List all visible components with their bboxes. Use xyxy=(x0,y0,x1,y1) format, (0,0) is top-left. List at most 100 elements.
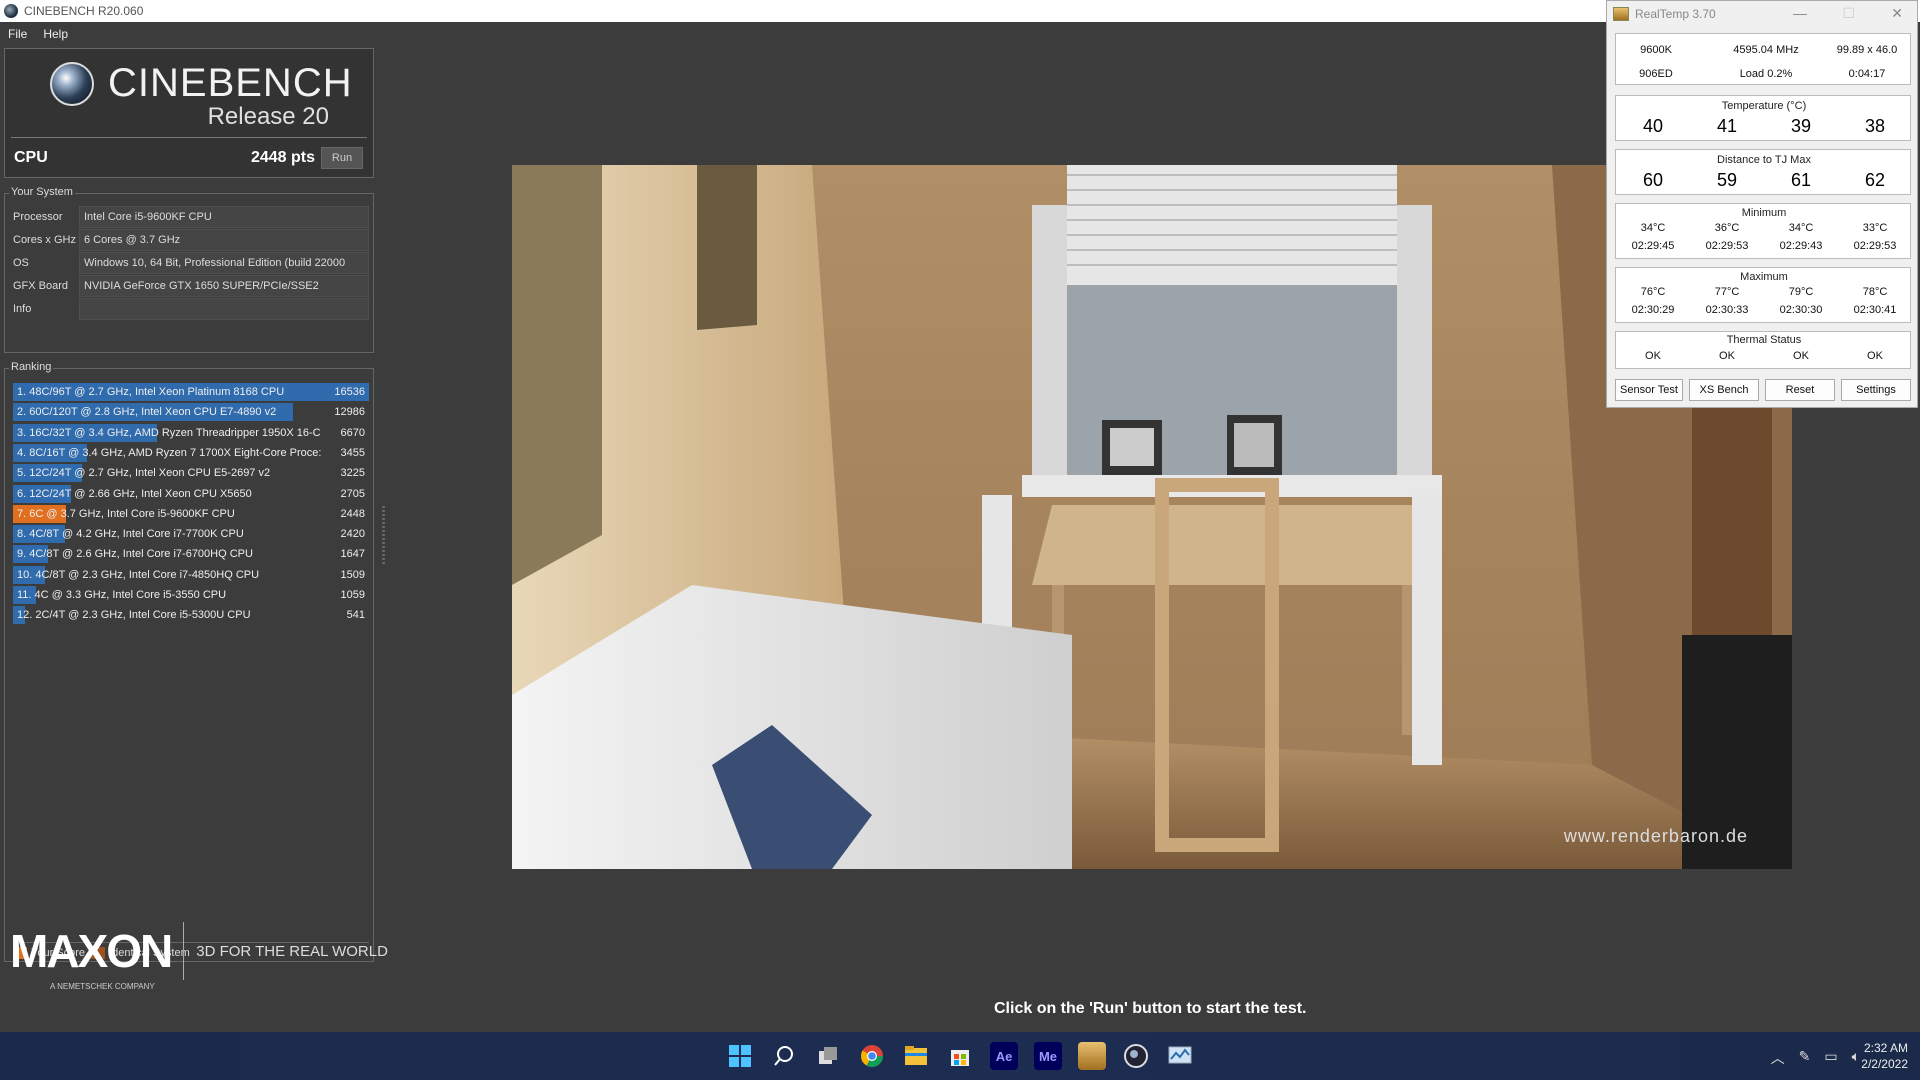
ranking-title: Ranking xyxy=(9,361,54,373)
thermal-status-0: OK xyxy=(1645,350,1661,362)
ranking-score: 541 xyxy=(346,609,365,622)
max-temp-2: 79°C xyxy=(1788,286,1814,298)
ranking-row[interactable]: 6. 12C/24T @ 2.66 GHz, Intel Xeon CPU X5… xyxy=(13,484,369,503)
clock[interactable]: 2:32 AM 2/2/2022 xyxy=(1861,1040,1908,1072)
ranking-row[interactable]: 11. 4C @ 3.3 GHz, Intel Core i5-3550 CPU… xyxy=(13,586,369,604)
cpu-id: 906ED xyxy=(1639,68,1673,80)
system-key: OS xyxy=(13,257,29,269)
search-icon[interactable] xyxy=(770,1042,798,1070)
min-time-1: 02:29:53 xyxy=(1705,240,1749,252)
minimize-icon[interactable]: — xyxy=(1793,5,1807,21)
system-row-processor: Processor Intel Core i5-9600KF CPU xyxy=(13,206,369,228)
media-encoder-icon[interactable]: Me xyxy=(1034,1042,1062,1070)
ranking-label: 7. 6C @ 3.7 GHz, Intel Core i5-9600KF CP… xyxy=(17,507,235,520)
cores-field[interactable]: 6 Cores @ 3.7 GHz xyxy=(79,229,369,251)
clock-time: 2:32 AM xyxy=(1863,1041,1908,1055)
chrome-icon[interactable] xyxy=(858,1042,886,1070)
ranking-row[interactable]: 9. 4C/8T @ 2.6 GHz, Intel Core i7-6700HQ… xyxy=(13,545,369,564)
settings-button[interactable]: Settings xyxy=(1841,379,1911,401)
cpu-multiplier: 99.89 x 46.0 xyxy=(1836,44,1898,56)
reset-button[interactable]: Reset xyxy=(1765,379,1835,401)
thermal-status-caption: Thermal Status xyxy=(1726,334,1802,346)
ranking-label: 8. 4C/8T @ 4.2 GHz, Intel Core i7-7700K … xyxy=(17,528,244,541)
volume-icon[interactable]: 🔈︎ xyxy=(1852,1048,1860,1068)
uptime: 0:04:17 xyxy=(1848,68,1886,80)
maximum-panel: Maximum 76°C 77°C 79°C 78°C 02:30:29 02:… xyxy=(1615,267,1911,323)
clock-date: 2/2/2022 xyxy=(1861,1057,1908,1071)
min-time-3: 02:29:53 xyxy=(1853,240,1897,252)
system-key: Cores x GHz xyxy=(13,234,76,246)
maxon-wordmark: MAXON xyxy=(10,925,173,977)
info-field[interactable] xyxy=(79,298,369,320)
min-temp-3: 33°C xyxy=(1862,222,1888,234)
run-button[interactable]: Run xyxy=(321,147,363,169)
core-temp-3: 38 xyxy=(1864,116,1886,136)
thermal-status-2: OK xyxy=(1793,350,1809,362)
cpu-label: CPU xyxy=(14,149,48,166)
ranking-row[interactable]: 7. 6C @ 3.7 GHz, Intel Core i5-9600KF CP… xyxy=(13,504,369,523)
pen-icon[interactable]: ✎ xyxy=(1799,1048,1811,1068)
cpu-model: 9600K xyxy=(1640,44,1672,56)
system-key: GFX Board xyxy=(13,280,69,292)
processor-field[interactable]: Intel Core i5-9600KF CPU xyxy=(79,206,369,228)
ranking-row[interactable]: 2. 60C/120T @ 2.8 GHz, Intel Xeon CPU E7… xyxy=(13,403,369,422)
realtemp-title: RealTemp 3.70 xyxy=(1635,7,1716,21)
realtemp-window: RealTemp 3.70 — ☐ ✕ 9600K 4595.04 MHz 99… xyxy=(1606,0,1918,408)
cpu-panel: CINEBENCH Release 20 CPU 2448 pts Run xyxy=(4,48,374,178)
ranking-row[interactable]: 12. 2C/4T @ 2.3 GHz, Intel Core i5-5300U… xyxy=(13,606,369,625)
minimum-panel: Minimum 34°C 36°C 34°C 33°C 02:29:45 02:… xyxy=(1615,203,1911,259)
xs-bench-button[interactable]: XS Bench xyxy=(1689,379,1759,401)
ranking-panel: Ranking 1. 48C/96T @ 2.7 GHz, Intel Xeon… xyxy=(4,361,374,962)
render-watermark: www.renderbaron.de xyxy=(1563,826,1748,846)
min-temp-1: 36°C xyxy=(1714,222,1740,234)
thermal-status-3: OK xyxy=(1867,350,1883,362)
close-icon[interactable]: ✕ xyxy=(1891,5,1903,22)
ranking-row[interactable]: 1. 48C/96T @ 2.7 GHz, Intel Xeon Platinu… xyxy=(13,383,369,401)
network-icon[interactable]: ▭ xyxy=(1824,1048,1837,1068)
file-explorer-icon[interactable] xyxy=(902,1042,930,1070)
realtemp-icon[interactable] xyxy=(1078,1042,1106,1070)
ranking-row[interactable]: 3. 16C/32T @ 3.4 GHz, AMD Ryzen Threadri… xyxy=(13,423,369,442)
ranking-score: 2705 xyxy=(340,487,365,500)
ranking-score: 1647 xyxy=(340,548,365,561)
ranking-label: 6. 12C/24T @ 2.66 GHz, Intel Xeon CPU X5… xyxy=(17,487,252,500)
store-icon[interactable] xyxy=(946,1042,974,1070)
os-field[interactable]: Windows 10, 64 Bit, Professional Edition… xyxy=(79,252,369,274)
max-time-0: 02:30:29 xyxy=(1631,304,1675,316)
windows-start-icon[interactable] xyxy=(726,1042,754,1070)
cinebench-icon[interactable] xyxy=(1122,1042,1150,1070)
ranking-row[interactable]: 4. 8C/16T @ 3.4 GHz, AMD Ryzen 7 1700X E… xyxy=(13,443,369,462)
after-effects-icon[interactable]: Ae xyxy=(990,1042,1018,1070)
ranking-label: 9. 4C/8T @ 2.6 GHz, Intel Core i7-6700HQ… xyxy=(17,548,253,561)
panel-splitter-handle[interactable] xyxy=(382,506,385,566)
maxon-logo: MAXON A NEMETSCHEK COMPANY 3D FOR THE RE… xyxy=(10,922,388,991)
chevron-up-icon[interactable]: ︿ xyxy=(1771,1048,1785,1068)
ranking-label: 4. 8C/16T @ 3.4 GHz, AMD Ryzen 7 1700X E… xyxy=(17,446,322,459)
ranking-score: 2420 xyxy=(340,528,365,541)
max-time-2: 02:30:30 xyxy=(1779,304,1823,316)
ranking-row[interactable]: 10. 4C/8T @ 2.3 GHz, Intel Core i7-4850H… xyxy=(13,565,369,584)
system-key: Info xyxy=(13,303,32,315)
ranking-row[interactable]: 8. 4C/8T @ 4.2 GHz, Intel Core i7-7700K … xyxy=(13,525,369,544)
menu-file[interactable]: File xyxy=(8,27,27,41)
task-view-icon[interactable] xyxy=(814,1042,842,1070)
system-row-gfx: GFX Board NVIDIA GeForce GTX 1650 SUPER/… xyxy=(13,275,369,297)
sensor-test-button[interactable]: Sensor Test xyxy=(1615,379,1683,401)
cinebench-logo-icon xyxy=(50,61,94,106)
cpu-score: 2448 pts xyxy=(250,149,315,166)
realtemp-title-bar: RealTemp 3.70 xyxy=(1607,1,1917,27)
ranking-label: 5. 12C/24T @ 2.7 GHz, Intel Xeon CPU E5-… xyxy=(17,467,271,480)
logo-name: CINEBENCH xyxy=(108,61,353,105)
tj-distance-1: 59 xyxy=(1716,170,1738,190)
minimum-caption: Minimum xyxy=(1741,207,1787,219)
cinebench-logo: CINEBENCH xyxy=(50,61,353,106)
thermal-status-1: OK xyxy=(1719,350,1735,362)
render-scene-image xyxy=(512,165,1792,869)
ranking-row[interactable]: 5. 12C/24T @ 2.7 GHz, Intel Xeon CPU E5-… xyxy=(13,464,369,483)
menu-help[interactable]: Help xyxy=(43,27,68,41)
monitor-app-icon[interactable] xyxy=(1166,1042,1194,1070)
maximize-icon: ☐ xyxy=(1842,5,1855,21)
system-tray: ︿ ✎ ▭ 🔈︎ xyxy=(1771,1048,1860,1068)
gfx-field[interactable]: NVIDIA GeForce GTX 1650 SUPER/PCIe/SSE2 xyxy=(79,275,369,297)
realtemp-info-panel: 9600K 4595.04 MHz 99.89 x 46.0 906ED Loa… xyxy=(1615,33,1911,85)
